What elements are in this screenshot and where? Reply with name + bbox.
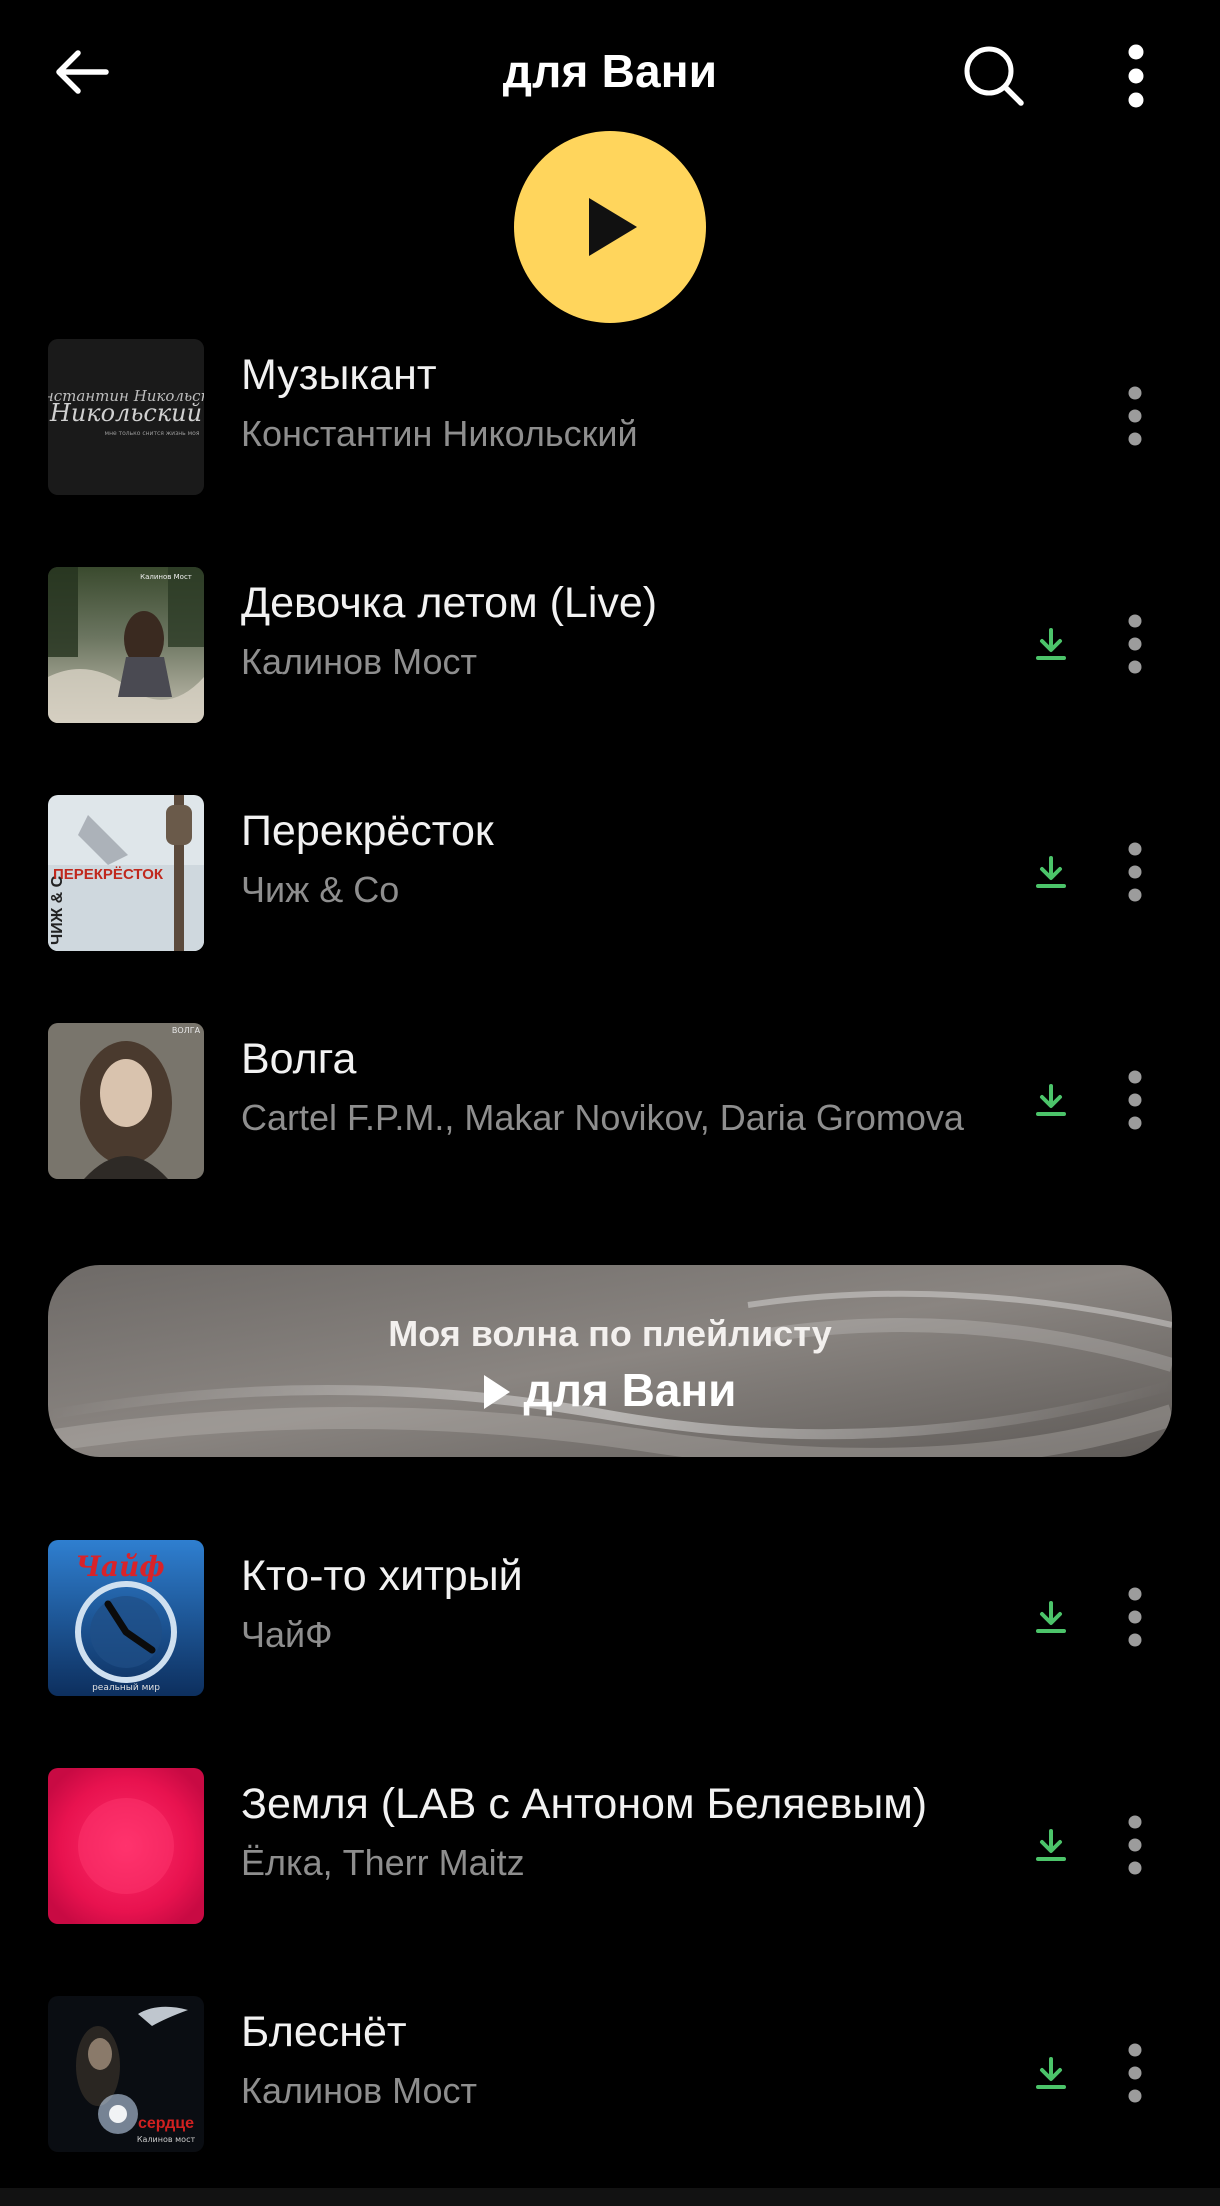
track-title: Волга — [241, 1035, 357, 1083]
track-title: Девочка летом (Live) — [241, 579, 658, 627]
track-artist: Калинов Мост — [241, 641, 478, 682]
svg-text:ВОЛГА: ВОЛГА — [172, 1026, 201, 1035]
track-title: Кто-то хитрый — [241, 1552, 523, 1600]
wave-subtitle: Моя волна по плейлисту — [388, 1313, 832, 1354]
search-icon — [964, 46, 1024, 106]
track-title: Перекрёсток — [241, 807, 494, 855]
downloaded-icon — [1030, 2052, 1072, 2094]
more-vertical-icon — [1128, 1815, 1142, 1875]
track-more-button[interactable] — [1110, 373, 1160, 459]
album-cover: Константин Никольский Никольский мне тол… — [48, 339, 204, 495]
wave-playlist-name: для Вани — [523, 1364, 737, 1416]
play-playlist-button[interactable] — [514, 131, 706, 323]
wave-title: для Вани — [48, 1363, 1172, 1417]
track-more-button[interactable] — [1110, 601, 1160, 687]
more-options-button[interactable] — [1100, 38, 1172, 114]
track-row[interactable]: Константин Никольский Никольский мне тол… — [0, 337, 1220, 495]
album-cover: ВОЛГА — [48, 1023, 204, 1179]
more-vertical-icon — [1128, 1587, 1142, 1647]
downloaded-icon — [1030, 623, 1072, 665]
bottom-edge — [0, 2188, 1220, 2206]
album-cover: Калинов Мост — [48, 567, 204, 723]
track-more-button[interactable] — [1110, 1057, 1160, 1143]
top-bar: для Вани — [0, 0, 1220, 150]
play-icon — [589, 198, 637, 256]
track-row[interactable]: Калинов Мост Девочка летом (Live) Калино… — [0, 565, 1220, 723]
downloaded-icon — [1030, 1824, 1072, 1866]
track-artist: Ёлка, Therr Maitz — [241, 1842, 525, 1883]
album-cover — [48, 1768, 204, 1924]
track-row[interactable]: ВОЛГА Волга Cartel F.P.M., Makar Novikov… — [0, 1021, 1220, 1179]
svg-text:Калинов Мост: Калинов Мост — [140, 573, 192, 581]
downloaded-icon — [1030, 1596, 1072, 1638]
track-more-button[interactable] — [1110, 1574, 1160, 1660]
album-cover: Чайф реальный мир — [48, 1540, 204, 1696]
svg-text:мне только снится жизнь моя: мне только снится жизнь моя — [105, 430, 200, 437]
play-icon — [483, 1375, 510, 1409]
svg-text:реальный мир: реальный мир — [92, 1683, 160, 1693]
more-vertical-icon — [1128, 1070, 1142, 1130]
svg-text:Никольский: Никольский — [49, 399, 202, 427]
track-artist: ЧайФ — [241, 1614, 333, 1655]
more-vertical-icon — [1128, 2043, 1142, 2103]
album-cover: ПЕРЕКРЁСТОК ЧИЖ & С — [48, 795, 204, 951]
track-more-button[interactable] — [1110, 829, 1160, 915]
track-more-button[interactable] — [1110, 2030, 1160, 2116]
track-row[interactable]: сердце Калинов мост Блеснёт Калинов Мост — [0, 1994, 1220, 2152]
my-wave-banner[interactable]: Моя волна по плейлисту для Вани — [48, 1265, 1172, 1457]
more-vertical-icon — [1128, 386, 1142, 446]
track-title: Земля (LAB с Антоном Беляевым) — [241, 1780, 928, 1828]
svg-text:сердце: сердце — [138, 2115, 194, 2132]
page-title: для Вани — [502, 45, 718, 97]
downloaded-icon — [1030, 1079, 1072, 1121]
more-vertical-icon — [1128, 842, 1142, 902]
track-title: Блеснёт — [241, 2008, 407, 2056]
svg-text:Чайф: Чайф — [75, 1550, 164, 1583]
wave-background — [48, 1265, 1172, 1457]
album-cover: сердце Калинов мост — [48, 1996, 204, 2152]
svg-text:ЧИЖ & С: ЧИЖ & С — [49, 875, 66, 945]
search-button[interactable] — [958, 40, 1030, 112]
svg-text:ПЕРЕКРЁСТОК: ПЕРЕКРЁСТОК — [53, 866, 164, 883]
track-row[interactable]: Чайф реальный мир Кто-то хитрый ЧайФ — [0, 1538, 1220, 1696]
more-vertical-icon — [1128, 44, 1144, 108]
track-artist: Константин Никольский — [241, 413, 638, 454]
track-row[interactable]: ПЕРЕКРЁСТОК ЧИЖ & С Перекрёсток Чиж & Co — [0, 793, 1220, 951]
track-artist: Чиж & Co — [241, 869, 400, 910]
track-row[interactable]: Земля (LAB с Антоном Беляевым) Ёлка, The… — [0, 1766, 1220, 1924]
track-artist: Cartel F.P.M., Makar Novikov, Daria Grom… — [241, 1097, 964, 1138]
more-vertical-icon — [1128, 614, 1142, 674]
downloaded-icon — [1030, 851, 1072, 893]
track-title: Музыкант — [241, 351, 437, 399]
svg-text:Калинов мост: Калинов мост — [137, 2135, 196, 2144]
track-more-button[interactable] — [1110, 1802, 1160, 1888]
track-artist: Калинов Мост — [241, 2070, 478, 2111]
